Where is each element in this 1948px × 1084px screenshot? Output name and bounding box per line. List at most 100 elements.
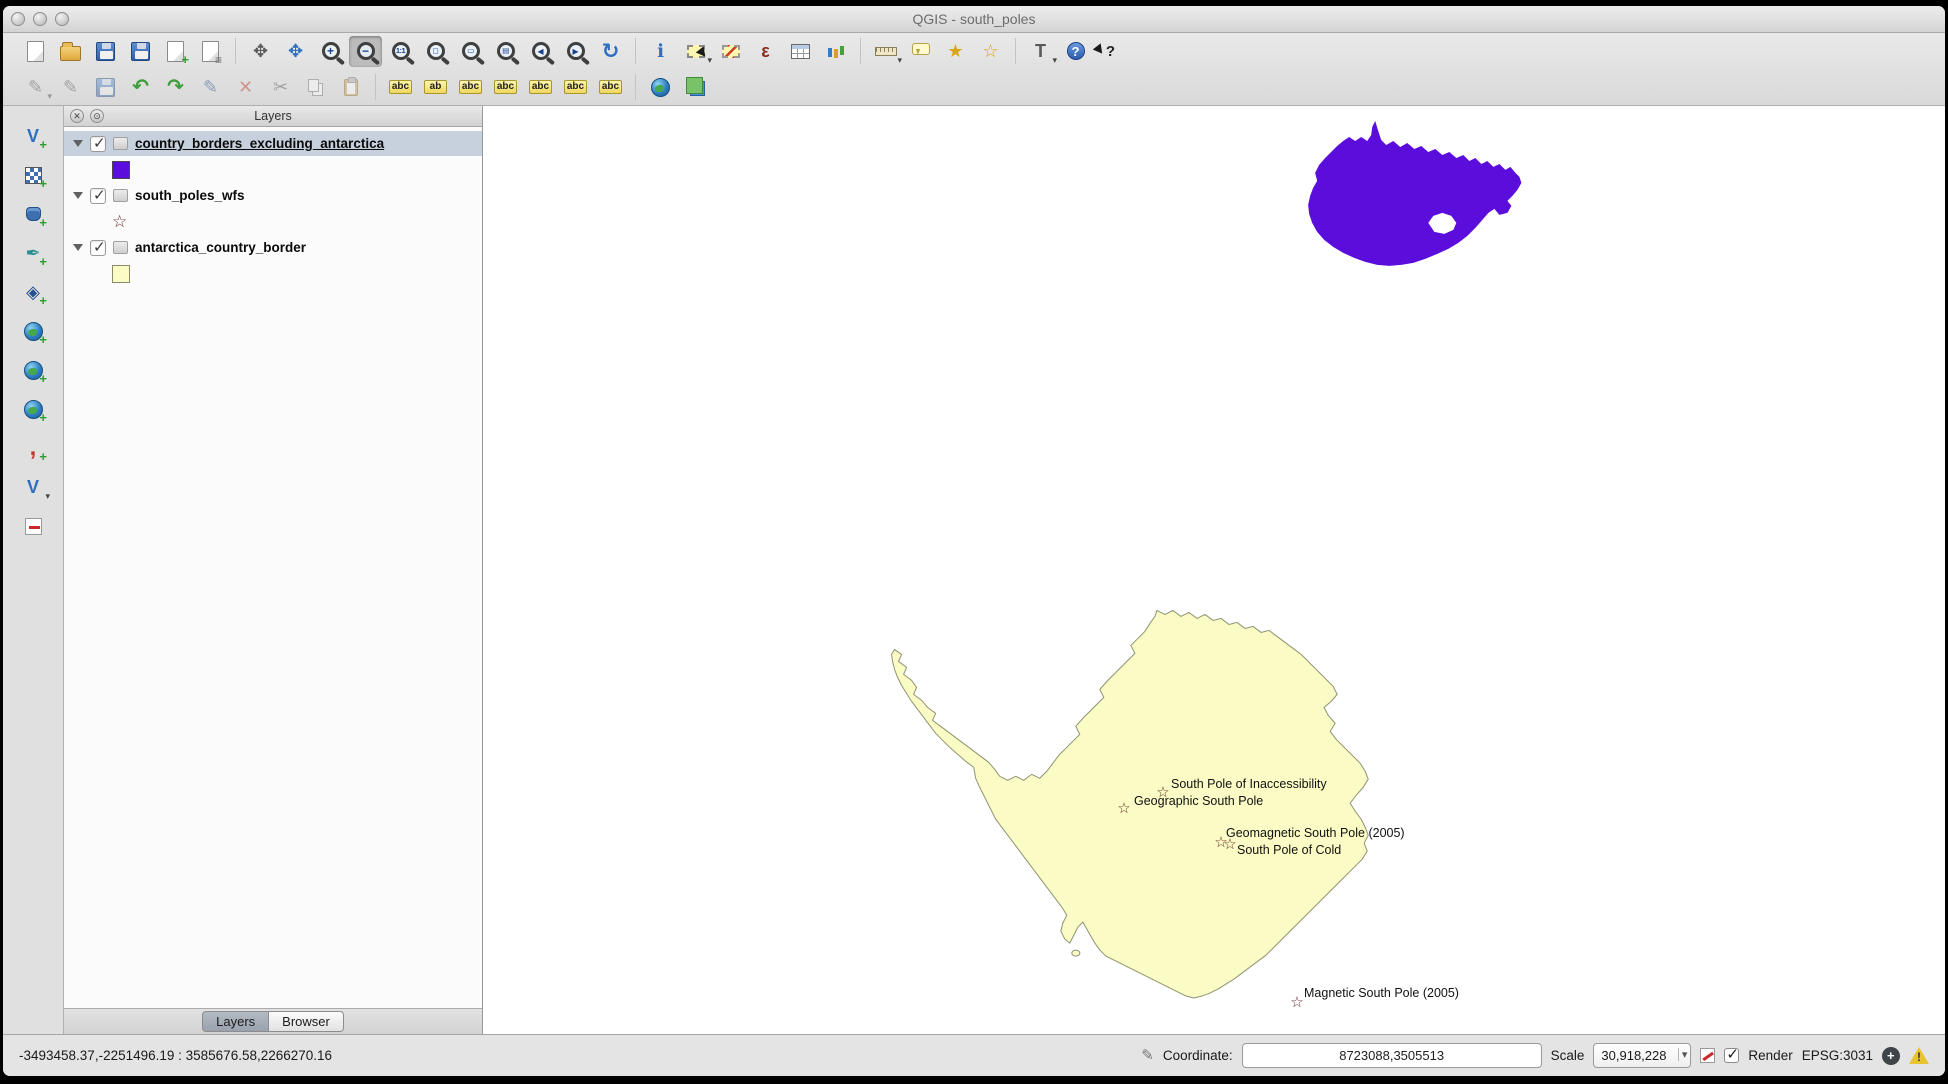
save-project-icon[interactable] <box>89 36 122 67</box>
add-spatialite-layer-icon[interactable]: ✒ <box>16 237 50 269</box>
zoom-to-selection-icon[interactable]: ▭ <box>454 36 487 67</box>
layer-item-antarctica-border[interactable]: antarctica_country_border <box>64 235 482 260</box>
pan-to-selection-icon[interactable]: ✥ <box>279 36 312 67</box>
zoom-to-layer-icon[interactable]: ▤ <box>489 36 522 67</box>
render-checkbox[interactable] <box>1724 1048 1739 1063</box>
open-project-icon[interactable] <box>54 36 87 67</box>
layer-visibility-checkbox[interactable] <box>90 136 106 152</box>
digitizing-toolbar: ✎ ✎ ↶ ↷ ✎ ✕ ✂ abc ab abc abc abc abc abc <box>3 69 1945 105</box>
add-raster-layer-icon[interactable] <box>16 159 50 191</box>
country-polygon <box>1308 121 1521 266</box>
layer-labeling-icon[interactable]: abc <box>384 72 417 103</box>
toggle-editing-icon[interactable]: ✎ <box>54 72 87 103</box>
zoom-out-icon[interactable]: − <box>349 36 382 67</box>
add-wms-layer-icon[interactable] <box>16 315 50 347</box>
new-shapefile-layer-icon[interactable]: V <box>16 471 50 503</box>
refresh-map-icon[interactable]: ↻ <box>594 36 627 67</box>
label-properties-icon[interactable]: abc <box>559 72 592 103</box>
layer-visibility-checkbox[interactable] <box>90 240 106 256</box>
layer-item-country-borders[interactable]: country_borders_excluding_antarctica <box>64 131 482 156</box>
new-project-icon[interactable] <box>19 36 52 67</box>
undo-icon[interactable]: ↶ <box>124 72 157 103</box>
toolbars: ✥ ✥ + − 1:1 ◻ ▭ ▤ ◂ ▸ ↻ ℹ ε ★ ☆ T ? <box>3 33 1945 106</box>
add-wcs-layer-icon[interactable] <box>16 354 50 386</box>
cut-features-icon[interactable]: ✂ <box>264 72 297 103</box>
deselect-features-icon[interactable] <box>714 36 747 67</box>
delete-selected-icon[interactable]: ✕ <box>229 72 262 103</box>
new-bookmark-icon[interactable]: ★ <box>939 36 972 67</box>
zoom-next-icon[interactable]: ▸ <box>559 36 592 67</box>
layer-type-icon <box>113 189 128 202</box>
attribute-table-icon[interactable] <box>784 36 817 67</box>
symbology-swatch[interactable] <box>112 161 130 179</box>
coordinate-input[interactable] <box>1242 1043 1542 1068</box>
copy-features-icon[interactable] <box>299 72 332 103</box>
current-edits-icon[interactable]: ✎ <box>19 72 52 103</box>
label-rotate-icon[interactable]: abc <box>524 72 557 103</box>
scale-combobox[interactable]: 30,918,228 <box>1593 1043 1691 1068</box>
coordinate-label: Coordinate: <box>1163 1048 1233 1063</box>
measure-icon[interactable] <box>869 36 902 67</box>
map-tips-icon[interactable] <box>904 36 937 67</box>
plugins-icon[interactable] <box>679 72 712 103</box>
label-move-icon[interactable]: abc <box>489 72 522 103</box>
disclosure-triangle-icon[interactable] <box>73 244 83 251</box>
layer-symbology-row <box>64 260 482 287</box>
zoom-full-extent-icon[interactable]: ◻ <box>419 36 452 67</box>
composer-manager-icon[interactable] <box>194 36 227 67</box>
map-render <box>483 106 1945 1034</box>
disclosure-triangle-icon[interactable] <box>73 140 83 147</box>
disclosure-triangle-icon[interactable] <box>73 192 83 199</box>
statistical-summary-icon[interactable] <box>819 36 852 67</box>
save-layer-edits-icon[interactable] <box>89 72 122 103</box>
toolbar-separator <box>235 38 236 64</box>
symbology-swatch[interactable] <box>112 265 130 283</box>
tab-layers[interactable]: Layers <box>202 1011 269 1032</box>
small-island <box>1072 950 1080 956</box>
status-bar: -3493458.37,-2251496.19 : 3585676.58,226… <box>3 1034 1945 1076</box>
crs-status-icon[interactable] <box>1882 1047 1900 1065</box>
layer-item-south-poles-wfs[interactable]: south_poles_wfs <box>64 183 482 208</box>
layer-name: south_poles_wfs <box>135 188 245 203</box>
paste-features-icon[interactable] <box>334 72 367 103</box>
toolbar-separator <box>635 38 636 64</box>
save-project-as-icon[interactable] <box>124 36 157 67</box>
node-tool-icon[interactable]: ✎ <box>194 72 227 103</box>
pan-map-icon[interactable]: ✥ <box>244 36 277 67</box>
scale-lock-icon[interactable] <box>1700 1048 1715 1063</box>
label-settings-icon[interactable]: abc <box>594 72 627 103</box>
add-postgis-layer-icon[interactable] <box>16 198 50 230</box>
panel-close-icon[interactable]: ✕ <box>70 109 84 123</box>
add-vector-layer-icon[interactable]: V <box>16 120 50 152</box>
map-canvas[interactable]: ☆ South Pole of Inaccessibility ☆ Geogra… <box>483 106 1945 1034</box>
remove-layer-icon[interactable] <box>16 510 50 542</box>
add-delimited-text-icon[interactable]: , <box>16 432 50 464</box>
titlebar: QGIS - south_poles <box>3 6 1945 33</box>
layer-visibility-checkbox[interactable] <box>90 188 106 204</box>
zoom-native-icon[interactable]: 1:1 <box>384 36 417 67</box>
star-symbol-icon[interactable]: ☆ <box>112 213 127 230</box>
field-calculator-icon[interactable]: ε <box>749 36 782 67</box>
select-features-icon[interactable] <box>679 36 712 67</box>
whats-this-icon[interactable]: ? <box>1094 36 1127 67</box>
help-icon[interactable]: ? <box>1059 36 1092 67</box>
tab-browser[interactable]: Browser <box>269 1011 344 1032</box>
text-annotation-icon[interactable]: T <box>1024 36 1057 67</box>
label-pin-icon[interactable]: ab <box>419 72 452 103</box>
pole-label: South Pole of Cold <box>1237 843 1341 857</box>
new-print-composer-icon[interactable] <box>159 36 192 67</box>
layer-tree: country_borders_excluding_antarctica sou… <box>64 127 482 1008</box>
panel-float-icon[interactable]: ⊙ <box>90 109 104 123</box>
mouse-position-toggle-icon[interactable]: ✎ <box>1141 1048 1154 1063</box>
identify-features-icon[interactable]: ℹ <box>644 36 677 67</box>
add-oracle-layer-icon[interactable]: ◈ <box>16 276 50 308</box>
layer-name: antarctica_country_border <box>135 240 306 255</box>
message-log-icon[interactable] <box>1909 1047 1929 1064</box>
zoom-in-icon[interactable]: + <box>314 36 347 67</box>
redo-icon[interactable]: ↷ <box>159 72 192 103</box>
web-globe-icon[interactable] <box>644 72 677 103</box>
label-highlight-icon[interactable]: abc <box>454 72 487 103</box>
show-bookmarks-icon[interactable]: ☆ <box>974 36 1007 67</box>
add-wfs-layer-icon[interactable] <box>16 393 50 425</box>
zoom-last-icon[interactable]: ◂ <box>524 36 557 67</box>
